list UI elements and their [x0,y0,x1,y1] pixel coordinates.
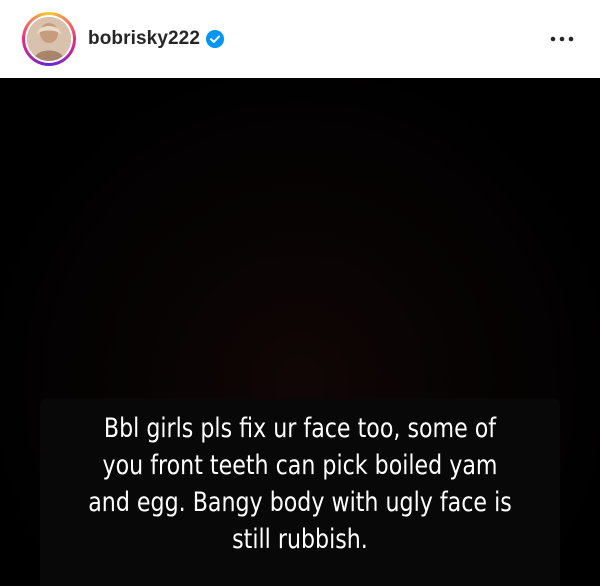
verified-badge-icon [206,30,224,48]
avatar-photo [27,17,71,61]
caption-line: Bbl girls pls fix ur face too, some of [103,413,497,444]
caption-line: you front teeth can pick boiled yam [102,450,498,481]
avatar[interactable] [27,17,71,61]
post-header: bobrisky222 [0,0,600,78]
username-row: bobrisky222 [88,24,224,54]
more-options-button[interactable] [542,28,582,50]
caption-text: Bbl girls pls fix ur face too, some of y… [87,410,513,558]
instagram-post: bobrisky222 Bbl girls pls fix ur face to… [0,0,600,586]
caption-line: still rubbish. [232,524,368,555]
story-ring[interactable] [22,12,76,66]
more-options-icon [550,36,574,42]
username-link[interactable]: bobrisky222 [88,28,200,50]
post-media[interactable]: Bbl girls pls fix ur face too, some of y… [0,78,600,586]
caption-line: and egg. Bangy body with ugly face is [88,487,512,518]
avatar-frame [25,15,73,63]
